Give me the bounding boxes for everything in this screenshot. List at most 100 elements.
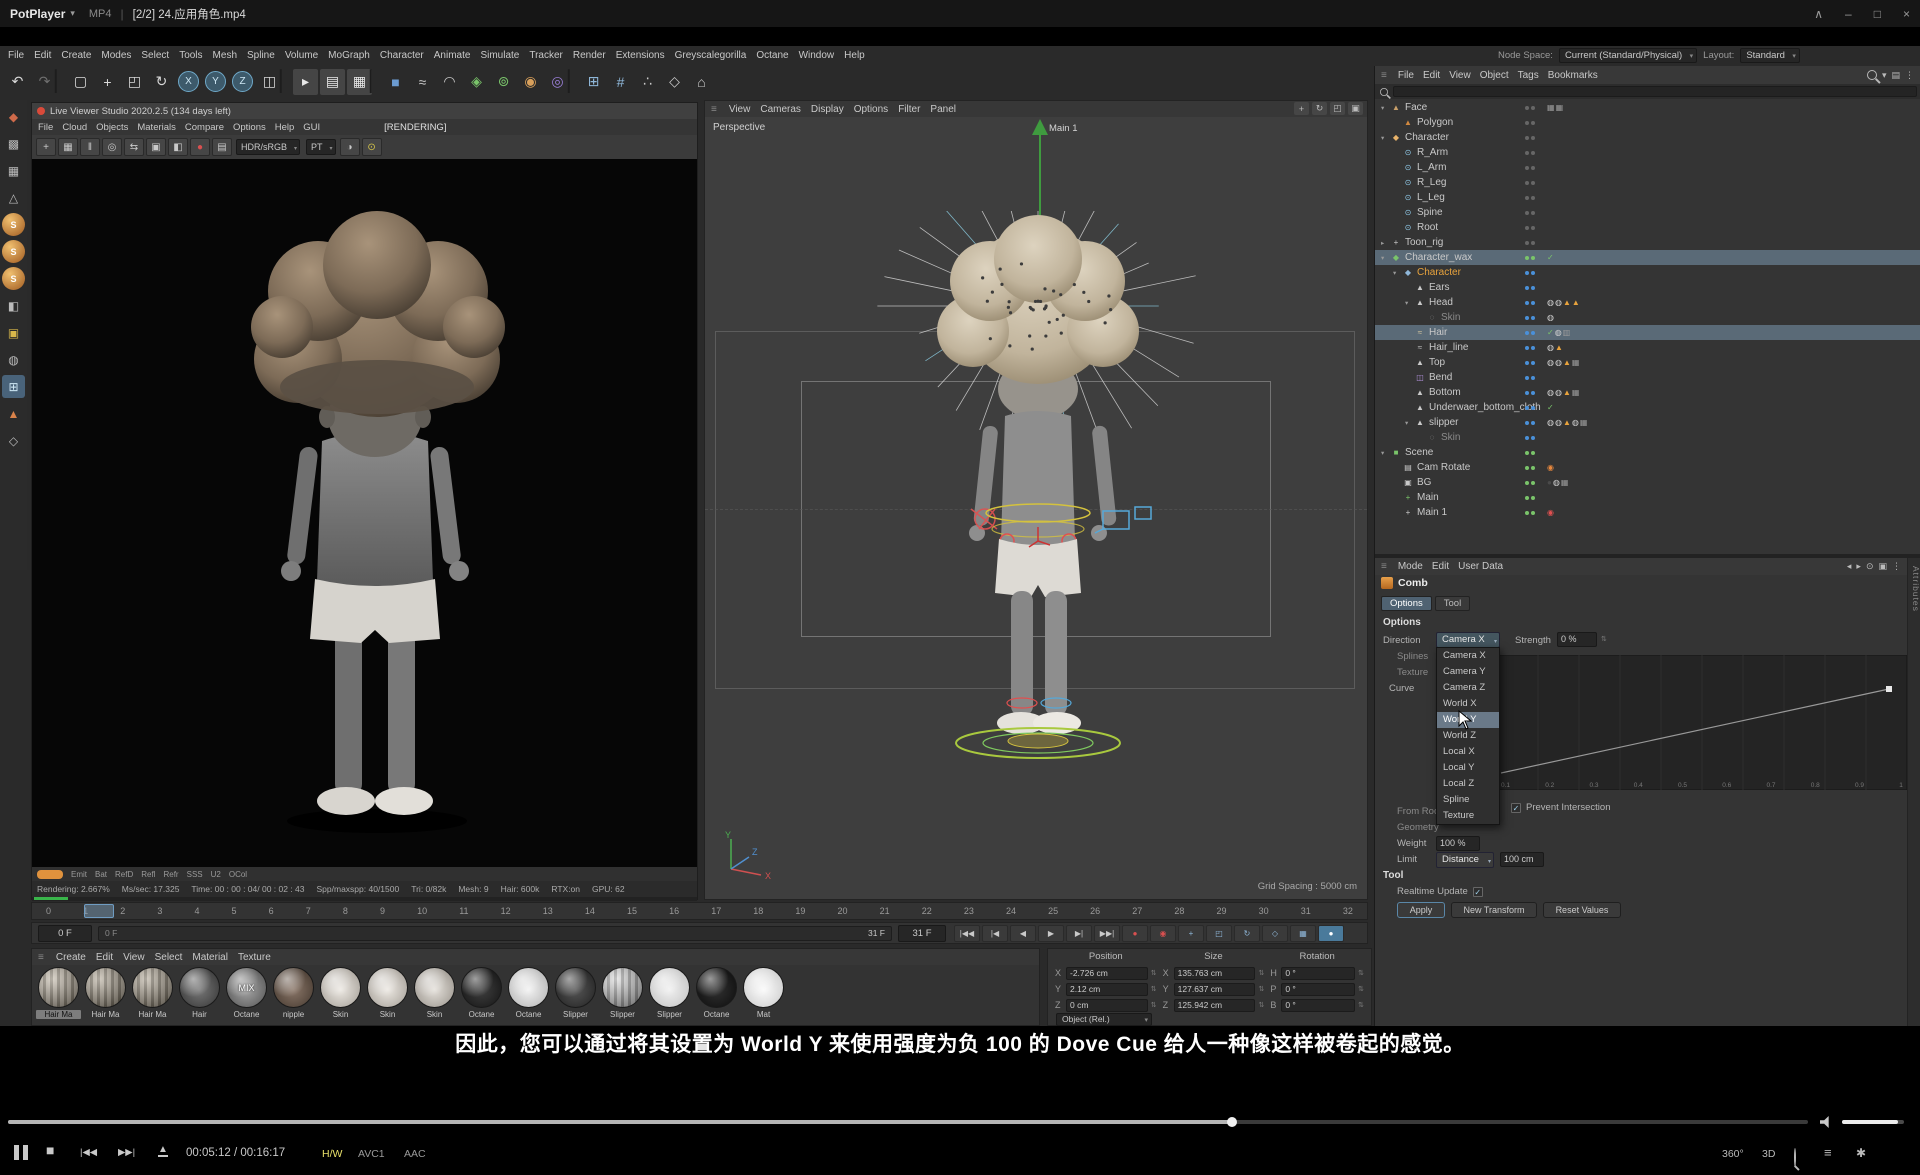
apply-button[interactable]: Apply: [1397, 902, 1445, 918]
toolbar-icon[interactable]: ⊚: [490, 68, 517, 96]
material-sphere[interactable]: [132, 967, 173, 1008]
material-item[interactable]: Slipper: [553, 967, 598, 1019]
object-tag-icon[interactable]: ▦: [1556, 103, 1564, 112]
material-item[interactable]: Skin: [412, 967, 457, 1019]
material-item[interactable]: Hair Ma: [83, 967, 128, 1019]
tree-row[interactable]: + Main: [1375, 490, 1920, 505]
transport-button[interactable]: ▶▶|: [1094, 925, 1120, 942]
menu-item[interactable]: Help: [275, 122, 295, 133]
menu-item[interactable]: Tools: [179, 50, 202, 61]
object-label[interactable]: R_Leg: [1417, 177, 1446, 188]
previous-button[interactable]: |◀◀: [80, 1147, 97, 1158]
object-label[interactable]: Toon_rig: [1405, 237, 1443, 248]
titlebar[interactable]: PotPlayer ▾ MP4 | [2/2] 24.应用角色.mp4 ∧–□×: [0, 0, 1920, 28]
object-tag-icon[interactable]: ▥: [1563, 328, 1571, 337]
visibility-dots[interactable]: [1525, 256, 1535, 260]
expand-toggle-icon[interactable]: ▾: [1405, 419, 1414, 427]
tree-row[interactable]: + Main 1 ◉: [1375, 505, 1920, 520]
visibility-dots[interactable]: [1525, 436, 1535, 440]
octane-tool-icon[interactable]: ◧: [168, 138, 188, 156]
tree-row[interactable]: ▾ ■ Scene: [1375, 445, 1920, 460]
visibility-dots[interactable]: [1525, 166, 1535, 170]
expand-toggle-icon[interactable]: ▾: [1393, 269, 1402, 277]
panel-icon[interactable]: ▾: [1882, 70, 1887, 81]
pass-pill[interactable]: [37, 870, 63, 879]
menu-item[interactable]: Octane: [756, 50, 788, 61]
object-tag-icon[interactable]: ◍: [1572, 418, 1579, 427]
new-transform-button[interactable]: New Transform: [1451, 902, 1537, 918]
view-360-button[interactable]: 360°: [1722, 1148, 1744, 1160]
frame-number[interactable]: 30: [1259, 906, 1269, 916]
object-label[interactable]: Root: [1417, 222, 1438, 233]
pause-button[interactable]: [14, 1145, 28, 1160]
frame-number[interactable]: 2: [120, 906, 125, 916]
window-control-icon[interactable]: □: [1874, 7, 1881, 21]
position-field[interactable]: -2.726 cm: [1066, 967, 1148, 980]
toolbar-icon[interactable]: ▢: [67, 68, 94, 96]
object-tag-icon[interactable]: ◍: [1553, 478, 1560, 487]
menu-item[interactable]: Create: [56, 952, 86, 963]
eject-button[interactable]: ▲: [158, 1144, 168, 1157]
size-field[interactable]: 135.763 cm: [1174, 967, 1256, 980]
realtime-update-checkbox[interactable]: ✓: [1473, 887, 1483, 897]
current-frame-field[interactable]: 0 F: [38, 925, 92, 942]
perspective-viewport[interactable]: ViewCamerasDisplayOptionsFilterPanel +↻◰…: [704, 100, 1368, 900]
toolbar-icon[interactable]: ◇: [661, 68, 688, 96]
octane-tool-icon[interactable]: +: [36, 138, 56, 156]
menu-item[interactable]: Render: [573, 50, 606, 61]
mode-icon[interactable]: △: [2, 186, 25, 209]
render-pass-label[interactable]: Emit: [71, 870, 87, 879]
octane-tool-icon[interactable]: ‖: [80, 138, 100, 156]
tree-row[interactable]: ▲ Bottom ◍◍▲▦: [1375, 385, 1920, 400]
dropdown-option[interactable]: Texture: [1437, 808, 1499, 824]
toolbar-icon[interactable]: ◰: [121, 68, 148, 96]
object-label[interactable]: Main: [1417, 492, 1439, 503]
attributes-side-tab[interactable]: Attributes: [1907, 558, 1920, 1026]
stepper-icon[interactable]: [1601, 635, 1607, 643]
visibility-dots[interactable]: [1525, 181, 1535, 185]
object-label[interactable]: Head: [1429, 297, 1453, 308]
menu-item[interactable]: Select: [155, 952, 183, 963]
strength-field[interactable]: 0 %: [1557, 632, 1597, 647]
transport-button[interactable]: |◀◀: [954, 925, 980, 942]
tree-row[interactable]: ▲ Top ◍◍▲▦: [1375, 355, 1920, 370]
transport-button[interactable]: +: [1178, 925, 1204, 942]
tree-row[interactable]: ⊙ Spine: [1375, 205, 1920, 220]
object-tag-icon[interactable]: ◍: [1555, 358, 1562, 367]
menu-item[interactable]: Help: [844, 50, 865, 61]
material-sphere[interactable]: [602, 967, 643, 1008]
coords-mode-select[interactable]: Object (Rel.): [1056, 1013, 1152, 1026]
visibility-dots[interactable]: [1525, 361, 1535, 365]
tree-row[interactable]: ▸ + Toon_rig: [1375, 235, 1920, 250]
panel-icon[interactable]: ⋮: [1892, 561, 1901, 572]
attribute-tab[interactable]: Tool: [1435, 596, 1470, 611]
frame-number[interactable]: 10: [417, 906, 427, 916]
octane-tool-icon[interactable]: ◎: [102, 138, 122, 156]
render-pass-label[interactable]: OCol: [229, 870, 247, 879]
prevent-intersection-checkbox[interactable]: ✓: [1511, 803, 1521, 813]
menu-item[interactable]: Materials: [137, 122, 176, 133]
curve-editor[interactable]: 0.10.20.30.40.50.60.70.80.91: [1497, 655, 1907, 790]
menu-item[interactable]: Edit: [96, 952, 113, 963]
object-label[interactable]: BG: [1417, 477, 1431, 488]
visibility-dots[interactable]: [1525, 106, 1535, 110]
render-pass-label[interactable]: Bat: [95, 870, 107, 879]
toolbar-icon[interactable]: ▏: [571, 68, 580, 96]
tree-row[interactable]: ≈ Hair ✓◍▥: [1375, 325, 1920, 340]
tree-row[interactable]: ⊙ R_Arm: [1375, 145, 1920, 160]
toolbar-icon[interactable]: X: [178, 71, 199, 92]
tree-row[interactable]: ▤ Cam Rotate ◉: [1375, 460, 1920, 475]
material-item[interactable]: Hair Ma: [36, 967, 81, 1019]
object-label[interactable]: R_Arm: [1417, 147, 1448, 158]
seek-knob[interactable]: [1227, 1117, 1237, 1127]
octane-tool-icon[interactable]: ▦: [58, 138, 78, 156]
menu-item[interactable]: Panel: [930, 104, 956, 115]
menu-item[interactable]: Edit: [34, 50, 51, 61]
tree-row[interactable]: ◌ Skin: [1375, 430, 1920, 445]
mode-icon[interactable]: ▦: [2, 159, 25, 182]
response-curve-select[interactable]: HDR/sRGB: [236, 139, 300, 155]
menu-item[interactable]: Window: [799, 50, 835, 61]
object-label[interactable]: L_Arm: [1417, 162, 1446, 173]
object-label[interactable]: Polygon: [1417, 117, 1453, 128]
toolbar-icon[interactable]: ≈: [409, 68, 436, 96]
